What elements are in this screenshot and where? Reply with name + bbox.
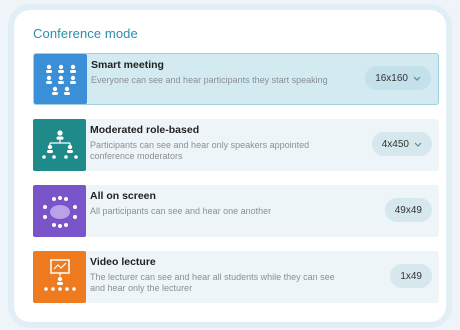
- panel-title: Conference mode: [33, 26, 138, 41]
- hierarchy-icon: [33, 119, 86, 171]
- conference-mode-panel: Conference mode Smart meeting Everyone c…: [14, 10, 446, 322]
- round-table-icon: [33, 185, 86, 237]
- group-grid-icon: [34, 54, 87, 104]
- mode-description: Everyone can see and hear participants t…: [91, 75, 328, 85]
- capacity-value: 49x49: [394, 204, 422, 216]
- capacity-value: 16x160: [375, 72, 408, 84]
- mode-description: The lecturer can see and hear all studen…: [90, 272, 335, 293]
- mode-smart-meeting[interactable]: Smart meeting Everyone can see and hear …: [33, 53, 439, 105]
- mode-name: All on screen: [90, 190, 156, 202]
- mode-description: Participants can see and hear only speak…: [90, 140, 310, 161]
- mode-all-on-screen[interactable]: All on screen All participants can see a…: [33, 185, 439, 237]
- chevron-down-icon: [414, 139, 422, 150]
- mode-video-lecture[interactable]: Video lecture The lecturer can see and h…: [33, 251, 439, 303]
- capacity-value: 4x450: [381, 138, 409, 150]
- capacity-value-pill[interactable]: 49x49: [384, 198, 432, 222]
- mode-moderated-role-based[interactable]: Moderated role-based Participants can se…: [33, 119, 439, 171]
- mode-description: All participants can see and hear one an…: [90, 206, 272, 216]
- capacity-dropdown[interactable]: 4x450: [371, 132, 432, 156]
- presenter-board-icon: [33, 251, 86, 303]
- mode-name: Video lecture: [90, 256, 156, 268]
- capacity-value: 1x49: [400, 270, 422, 282]
- chevron-down-icon: [413, 73, 421, 84]
- capacity-value-pill[interactable]: 1x49: [390, 264, 432, 288]
- capacity-dropdown[interactable]: 16x160: [365, 66, 431, 90]
